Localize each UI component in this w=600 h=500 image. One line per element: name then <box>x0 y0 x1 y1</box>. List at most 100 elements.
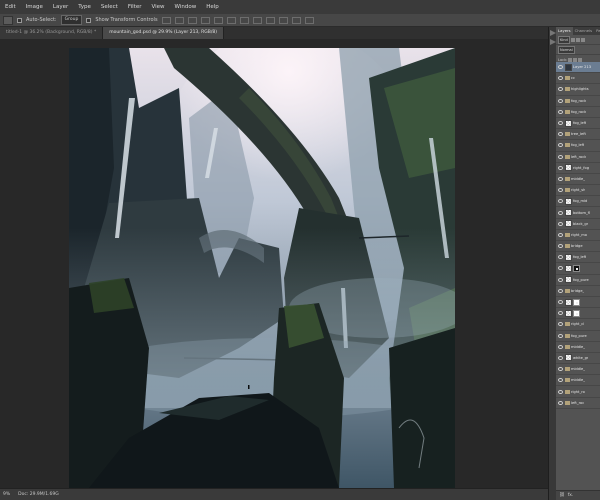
layer-row[interactable]: white_gr <box>556 352 600 365</box>
layer-row[interactable]: fog_left <box>556 117 600 130</box>
group-select[interactable]: Group <box>60 15 83 25</box>
link-icon[interactable]: ⛓ <box>559 493 565 498</box>
layer-row[interactable]: fog_left <box>556 252 600 264</box>
menu-select[interactable]: Select <box>96 4 123 10</box>
layer-row[interactable]: bottom_fl <box>556 207 600 219</box>
lock-all-icon[interactable] <box>578 57 583 62</box>
visibility-eye-icon[interactable] <box>558 400 563 405</box>
visibility-eye-icon[interactable] <box>558 333 563 338</box>
visibility-eye-icon[interactable] <box>558 210 563 215</box>
workspace[interactable] <box>0 39 548 488</box>
layer-row[interactable]: right_fog <box>556 162 600 174</box>
menu-type[interactable]: Type <box>73 4 96 10</box>
layer-row[interactable]: middle_ <box>556 173 600 186</box>
distribute-center-icon[interactable] <box>291 16 301 24</box>
visibility-eye-icon[interactable] <box>558 277 563 282</box>
visibility-eye-icon[interactable] <box>558 232 563 237</box>
menu-window[interactable]: Window <box>170 4 202 10</box>
layer-row[interactable]: Layer 213 <box>556 62 600 74</box>
layer-row[interactable]: fog_mid <box>556 196 600 208</box>
visibility-eye-icon[interactable] <box>558 188 563 193</box>
visibility-eye-icon[interactable] <box>558 98 563 103</box>
filter-image-icon[interactable] <box>570 37 575 42</box>
visibility-eye-icon[interactable] <box>558 143 563 148</box>
align-bottom-icon[interactable] <box>187 16 197 24</box>
visibility-eye-icon[interactable] <box>558 311 563 316</box>
visibility-eye-icon[interactable] <box>558 344 563 349</box>
visibility-eye-icon[interactable] <box>558 288 563 293</box>
visibility-eye-icon[interactable] <box>558 221 563 226</box>
layer-mask-thumbnail[interactable] <box>573 298 580 306</box>
visibility-eye-icon[interactable] <box>558 199 563 204</box>
layer-row[interactable]: fog_pure <box>556 274 600 286</box>
distribute-middle-icon[interactable] <box>252 16 262 24</box>
auto-select-checkbox[interactable] <box>17 17 22 23</box>
panel-tab-layers[interactable]: Layers <box>556 27 573 35</box>
layer-row[interactable]: fog_left <box>556 140 600 152</box>
distribute-top-icon[interactable] <box>239 16 249 24</box>
visibility-eye-icon[interactable] <box>558 121 563 126</box>
visibility-eye-icon[interactable] <box>558 87 563 92</box>
document-tab[interactable]: titled-1 @ 36.2% (Background, RGB/8) * <box>0 27 104 39</box>
layer-row[interactable]: fog_rock <box>556 106 600 118</box>
move-tool-icon[interactable] <box>3 15 13 25</box>
layer-row[interactable]: bridge_ <box>556 285 600 297</box>
align-right-icon[interactable] <box>226 16 236 24</box>
layer-row[interactable]: middle_ <box>556 341 600 353</box>
layer-row[interactable]: right_ro <box>556 386 600 398</box>
layer-row[interactable]: middle_ <box>556 364 600 376</box>
visibility-eye-icon[interactable] <box>558 378 563 383</box>
layer-row[interactable]: right_mo <box>556 229 600 241</box>
visibility-eye-icon[interactable] <box>558 300 563 305</box>
layer-row[interactable] <box>556 308 600 320</box>
layer-row[interactable] <box>556 263 600 275</box>
transform-controls-checkbox[interactable] <box>86 17 92 23</box>
visibility-eye-icon[interactable] <box>558 109 563 114</box>
visibility-eye-icon[interactable] <box>558 76 563 81</box>
layer-row[interactable]: right_cl <box>556 319 600 331</box>
layer-row[interactable]: highlights <box>556 84 600 96</box>
layer-row[interactable]: right_sh <box>556 185 600 197</box>
layer-row[interactable]: black_gr <box>556 218 600 230</box>
visibility-eye-icon[interactable] <box>558 165 563 170</box>
align-middle-icon[interactable] <box>174 16 184 24</box>
visibility-eye-icon[interactable] <box>558 132 563 137</box>
distribute-left-icon[interactable] <box>278 16 288 24</box>
layer-row[interactable]: bridge <box>556 241 600 253</box>
visibility-eye-icon[interactable] <box>558 176 563 181</box>
layer-row[interactable]: middle_ <box>556 375 600 387</box>
document-tab[interactable]: mountain_god.psd @ 29.9% (Layer 213, RGB… <box>103 27 224 39</box>
panel-tab-channels[interactable]: Channels <box>573 27 595 35</box>
align-left-icon[interactable] <box>200 16 210 24</box>
layer-row[interactable]: left_rock <box>556 151 600 163</box>
layer-row[interactable]: fog_rock <box>556 95 600 107</box>
visibility-eye-icon[interactable] <box>558 367 563 372</box>
lock-position-icon[interactable] <box>573 57 578 62</box>
menu-layer[interactable]: Layer <box>48 4 73 10</box>
menu-filter[interactable]: Filter <box>123 4 147 10</box>
visibility-eye-icon[interactable] <box>558 255 563 260</box>
menu-help[interactable]: Help <box>201 4 224 10</box>
align-top-icon[interactable] <box>161 16 171 24</box>
visibility-eye-icon[interactable] <box>558 154 563 159</box>
visibility-eye-icon[interactable] <box>558 244 563 249</box>
layer-row[interactable]: cc <box>556 73 600 85</box>
visibility-eye-icon[interactable] <box>558 389 563 394</box>
kind-filter-select[interactable]: Kind <box>558 35 570 44</box>
filter-type-icon[interactable] <box>580 37 585 42</box>
layer-mask-thumbnail[interactable] <box>573 309 580 317</box>
visibility-eye-icon[interactable] <box>558 266 563 271</box>
menu-image[interactable]: Image <box>21 4 48 10</box>
fx-button[interactable]: fx. <box>568 493 574 498</box>
lock-pixels-icon[interactable] <box>568 57 573 62</box>
layer-row[interactable]: fog_pure <box>556 330 600 342</box>
canvas-artwork[interactable] <box>69 48 455 488</box>
panel-tab-paths[interactable]: Paths <box>594 27 600 35</box>
menu-edit[interactable]: Edit <box>0 4 21 10</box>
blend-mode-select[interactable]: Normal <box>558 45 575 54</box>
layer-mask-thumbnail[interactable] <box>573 264 580 272</box>
distribute-right-icon[interactable] <box>304 16 314 24</box>
layer-row[interactable]: left_roc <box>556 397 600 409</box>
layer-row[interactable] <box>556 296 600 309</box>
menu-view[interactable]: View <box>146 4 169 10</box>
